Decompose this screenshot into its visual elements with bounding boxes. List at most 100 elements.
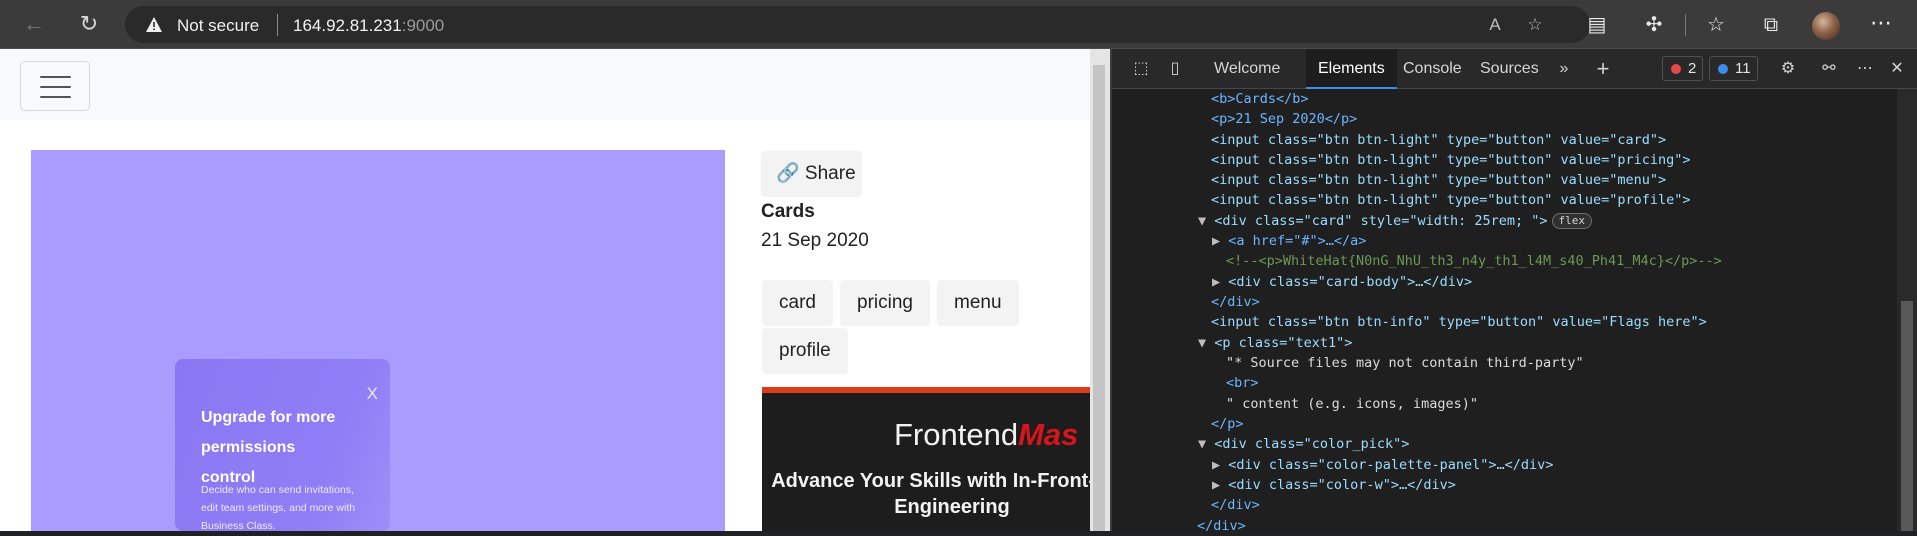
- dom-text-node: "* Source files may not contain third-pa…: [1226, 355, 1584, 371]
- dom-line[interactable]: <input class="btn btn-info" type="button…: [1211, 312, 1707, 332]
- tag-menu-button[interactable]: menu: [937, 280, 1019, 326]
- security-status[interactable]: Not secure: [177, 16, 259, 36]
- error-icon: [1671, 64, 1681, 74]
- settings-gear-icon[interactable]: ⚙: [1777, 58, 1799, 80]
- dom-node-color-w: <div class="color-w">…</div>: [1228, 477, 1456, 493]
- dom-line[interactable]: ▶ <div class="card-body">…</div>: [1212, 272, 1472, 292]
- error-count-badge[interactable]: 2: [1662, 56, 1704, 81]
- hamburger-line: [40, 76, 71, 78]
- share-button[interactable]: 🔗 Share: [761, 151, 862, 197]
- dom-close-p: </p>: [1211, 416, 1244, 432]
- dom-node-color-palette-panel: <div class="color-palette-panel">…</div>: [1228, 457, 1554, 473]
- dom-line[interactable]: <input class="btn btn-light" type="butto…: [1211, 150, 1691, 170]
- dom-line[interactable]: <b>Cards</b>: [1211, 89, 1309, 109]
- dom-text-node: " content (e.g. icons, images)": [1226, 396, 1478, 412]
- collapse-triangle-icon[interactable]: ▼: [1198, 436, 1214, 452]
- dom-line[interactable]: ▼ <div class="card" style="width: 25rem;…: [1198, 211, 1593, 231]
- close-devtools-icon[interactable]: ✕: [1886, 58, 1908, 80]
- dom-line[interactable]: </div>: [1211, 292, 1260, 312]
- tag-pricing-button[interactable]: pricing: [840, 280, 930, 326]
- card-title: Cards: [761, 201, 815, 222]
- devtools-panel: ⬚ ▯ Welcome Elements Console Sources » +…: [1112, 49, 1917, 534]
- dom-line[interactable]: <!--<p>WhiteHat{N0nG_NhU_th3_n4y_th1_l4M…: [1226, 251, 1722, 271]
- dom-line[interactable]: <input class="btn btn-light" type="butto…: [1211, 190, 1691, 210]
- warning-icon[interactable]: [145, 16, 163, 34]
- page-scroll-thumb[interactable]: [1093, 65, 1105, 531]
- dom-line[interactable]: </div>: [1211, 495, 1260, 515]
- upgrade-modal-illustration: X Upgrade for more permissions control D…: [175, 359, 390, 531]
- add-tab-icon[interactable]: +: [1592, 58, 1614, 80]
- more-tabs-icon[interactable]: »: [1553, 58, 1575, 80]
- device-emulation-icon[interactable]: ▯: [1164, 58, 1186, 80]
- toolbar-divider: [1685, 14, 1686, 36]
- dom-line[interactable]: ▼ <div class="color_pick">: [1198, 434, 1409, 454]
- tab-collections-icon[interactable]: ⧉: [1759, 13, 1783, 37]
- tag-card-button[interactable]: card: [762, 280, 833, 326]
- dom-line[interactable]: ▶ <div class="color-w">…</div>: [1212, 475, 1456, 495]
- error-count: 2: [1688, 60, 1697, 77]
- dom-line[interactable]: <br>: [1226, 373, 1259, 393]
- hamburger-line: [40, 96, 71, 98]
- dom-line[interactable]: <input class="btn btn-light" type="butto…: [1211, 170, 1666, 190]
- refresh-icon[interactable]: ↻: [77, 12, 101, 36]
- tab-sources[interactable]: Sources: [1480, 49, 1539, 89]
- message-icon: [1718, 64, 1728, 74]
- url-text[interactable]: 164.92.81.231:9000: [293, 16, 444, 36]
- flex-badge[interactable]: flex: [1551, 213, 1593, 229]
- favorite-add-icon[interactable]: ☆: [1525, 15, 1545, 35]
- back-icon[interactable]: ←: [22, 12, 46, 36]
- frontend-masters-ad[interactable]: FrontendMas Advance Your Skills with In-…: [762, 387, 1090, 531]
- dom-node-p-text1: <p class="text1">: [1214, 335, 1353, 351]
- expand-triangle-icon[interactable]: ▶: [1212, 477, 1228, 493]
- collections-icon[interactable]: ▤: [1585, 13, 1609, 37]
- tag-profile-button[interactable]: profile: [762, 328, 848, 374]
- more-options-icon[interactable]: ⋯: [1870, 12, 1892, 34]
- read-aloud-icon[interactable]: A: [1485, 15, 1505, 35]
- tab-elements[interactable]: Elements: [1306, 49, 1397, 89]
- dom-close-div: </div>: [1211, 294, 1260, 310]
- expand-triangle-icon[interactable]: ▶: [1212, 457, 1228, 473]
- dom-node-br: <br>: [1226, 375, 1259, 391]
- address-bar[interactable]: Not secure 164.92.81.231:9000 A ☆: [125, 6, 1590, 43]
- inspect-element-icon[interactable]: ⬚: [1130, 58, 1152, 80]
- dom-line[interactable]: </div>: [1197, 516, 1246, 536]
- tab-console[interactable]: Console: [1403, 49, 1462, 89]
- site-navbar: [0, 49, 1090, 120]
- devtools-more-icon[interactable]: ⋯: [1854, 58, 1876, 80]
- devtools-scroll-thumb[interactable]: [1901, 301, 1913, 531]
- card-date: 21 Sep 2020: [761, 230, 869, 251]
- collapse-triangle-icon[interactable]: ▼: [1198, 335, 1214, 351]
- dom-line[interactable]: ▶ <div class="color-palette-panel">…</di…: [1212, 455, 1553, 475]
- dom-line[interactable]: <p>21 Sep 2020</p>: [1211, 109, 1357, 129]
- dom-node-p-date: <p>21 Sep 2020</p>: [1211, 111, 1358, 127]
- expand-triangle-icon[interactable]: ▶: [1212, 274, 1228, 290]
- dom-line[interactable]: </p>: [1211, 414, 1244, 434]
- extensions-icon[interactable]: ✣: [1642, 13, 1666, 37]
- dom-line[interactable]: " content (e.g. icons, images)": [1226, 394, 1478, 414]
- address-separator: [277, 14, 278, 36]
- dom-tree: <b>Cards</b> <p>21 Sep 2020</p> <input c…: [1112, 89, 1897, 534]
- dom-node-input-pricing: <input class="btn btn-light" type="butto…: [1211, 152, 1691, 168]
- navbar-toggler-button[interactable]: [20, 61, 90, 111]
- profile-avatar[interactable]: [1812, 12, 1840, 40]
- logo-text-masters: Mas: [1018, 417, 1079, 452]
- message-count: 11: [1735, 60, 1751, 77]
- dom-line[interactable]: <input class="btn btn-light" type="butto…: [1211, 130, 1666, 150]
- tab-welcome[interactable]: Welcome: [1214, 49, 1280, 89]
- browser-toolbar: ← ↻ Not secure 164.92.81.231:9000 A ☆ ▤ …: [0, 0, 1917, 49]
- modal-title: Upgrade for more permissions control: [201, 409, 336, 486]
- collapse-triangle-icon[interactable]: ▼: [1198, 213, 1214, 229]
- dom-line[interactable]: "* Source files may not contain third-pa…: [1226, 353, 1584, 373]
- dom-line[interactable]: ▼ <p class="text1">: [1198, 333, 1352, 353]
- dom-line[interactable]: ▶ <a href="#">…</a>: [1212, 231, 1366, 251]
- page-scrollbar[interactable]: [1090, 49, 1110, 531]
- dom-node-card-body: <div class="card-body">…</div>: [1228, 274, 1473, 290]
- favorites-icon[interactable]: ☆: [1704, 13, 1728, 37]
- devtools-scrollbar[interactable]: [1897, 89, 1917, 531]
- dom-node-input-profile: <input class="btn btn-light" type="butto…: [1211, 192, 1691, 208]
- customize-icon[interactable]: ⚯: [1818, 58, 1840, 80]
- expand-triangle-icon[interactable]: ▶: [1212, 233, 1228, 249]
- message-count-badge[interactable]: 11: [1709, 56, 1758, 81]
- dom-node-color-pick: <div class="color_pick">: [1214, 436, 1410, 452]
- dom-close-div: </div>: [1197, 518, 1246, 534]
